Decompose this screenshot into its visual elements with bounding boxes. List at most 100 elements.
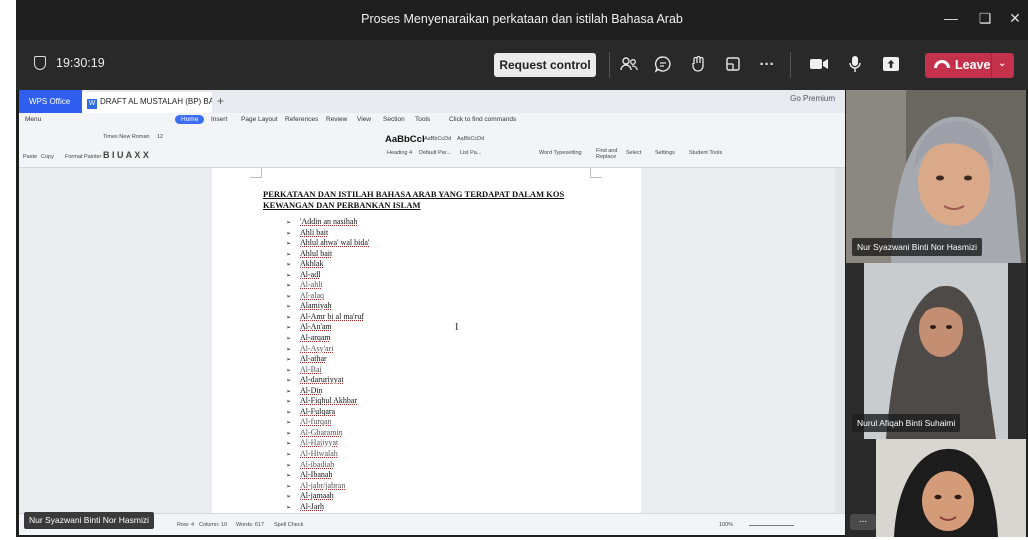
term-text: Al-ahli	[300, 280, 323, 290]
style-list[interactable]: AaBbCcDd	[457, 136, 484, 142]
term-text: Al-Amr bi al ma'ruf	[300, 311, 364, 321]
react-icon[interactable]	[688, 53, 710, 75]
document-tab[interactable]: WDRAFT AL MUSTALAH (BP) BARU	[82, 92, 212, 113]
microphone-icon[interactable]	[844, 53, 866, 75]
bullet-arrow-icon: ➢	[286, 452, 292, 459]
menu-item-tools[interactable]: Tools	[415, 116, 430, 123]
timer-text: 19:30:19	[56, 56, 105, 70]
select-button[interactable]: Select	[626, 150, 641, 156]
term-text: Al-jamaah	[300, 491, 334, 501]
copy-button[interactable]: Copy	[41, 154, 54, 160]
term-list-item: ➢ Al-Gharamin	[286, 428, 369, 439]
term-list-item: ➢ Al-Hajiyyat	[286, 438, 369, 449]
meeting-title: Proses Menyenaraikan perkataan dan istil…	[361, 12, 683, 26]
term-text: Al-jabr/jabran	[300, 480, 346, 490]
format-painter-button[interactable]: Format Painter	[65, 154, 101, 160]
participant-avatar-image	[846, 263, 1026, 439]
term-list-item: ➢ Akhlak	[286, 259, 369, 270]
menu-item-references[interactable]: References	[285, 116, 318, 123]
camera-icon[interactable]	[808, 53, 830, 75]
title-bar: Proses Menyenaraikan perkataan dan istil…	[16, 0, 1028, 40]
new-tab-icon[interactable]: +	[217, 94, 224, 108]
menu-item-insert[interactable]: Insert	[211, 116, 227, 123]
term-list-item: ➢ Al-An'am	[286, 322, 369, 333]
status-spell-check[interactable]: Spell Check	[274, 522, 303, 528]
more-actions-icon[interactable]: ···	[756, 53, 778, 75]
font-size-select[interactable]: 12	[157, 134, 163, 140]
term-text: Al-ibadiah	[300, 459, 335, 469]
document-canvas[interactable]: PERKATAAN DAN ISTILAH BAHASA ARAB YANG T…	[19, 168, 845, 521]
chat-icon[interactable]	[652, 53, 674, 75]
bold-italic-underline-tools[interactable]: B I U A X X	[103, 150, 149, 160]
term-text: Al-Hajiyyat	[300, 438, 339, 448]
menu-item-page-layout[interactable]: Page Layout	[241, 116, 278, 123]
menu-item-menu[interactable]: Menu	[25, 116, 41, 123]
paste-button[interactable]: Paste	[23, 154, 37, 160]
term-text: Al-arqam	[300, 333, 331, 343]
maximize-button[interactable]: ❏	[974, 10, 996, 30]
go-premium-badge[interactable]: Go Premium	[790, 94, 835, 103]
chevron-down-icon[interactable]: ⌄	[998, 58, 1006, 69]
vertical-scrollbar[interactable]	[835, 168, 845, 513]
zoom-level[interactable]: 100%	[719, 522, 733, 528]
term-list-item: ➢ Al-athar	[286, 354, 369, 365]
more-options-icon[interactable]: ...	[850, 514, 876, 530]
zoom-slider[interactable]	[749, 525, 794, 526]
menu-item-home[interactable]: Home	[175, 115, 205, 124]
term-text: Al-Jarh	[300, 501, 324, 511]
term-text: Alamiyah	[300, 301, 332, 311]
term-list-item: ➢ Al-ahli	[286, 280, 369, 291]
term-text: Al-athar	[300, 354, 327, 364]
leave-divider	[991, 53, 992, 78]
document-page[interactable]: PERKATAAN DAN ISTILAH BAHASA ARAB YANG T…	[212, 168, 641, 521]
term-text: 'Addin an nasihah	[300, 217, 358, 226]
phone-hangup-icon	[934, 60, 950, 68]
heading-line: PERKATAAN DAN ISTILAH BAHASA ARAB YANG T…	[263, 189, 565, 199]
wps-office-tab[interactable]: WPS Office	[19, 90, 82, 113]
leave-button[interactable]: Leave ⌄	[925, 53, 1014, 78]
term-text: Ahli bait	[300, 227, 329, 237]
bullet-arrow-icon: ➢	[286, 220, 292, 226]
menu-item-view[interactable]: View	[357, 116, 371, 123]
font-name-select[interactable]: Times New Roman	[103, 134, 150, 140]
request-control-button[interactable]: Request control	[494, 53, 596, 77]
menu-item-section[interactable]: Section	[383, 116, 405, 123]
wps-tab-bar: WPS Office WDRAFT AL MUSTALAH (BP) BARU …	[19, 90, 845, 113]
margin-marker	[590, 168, 602, 178]
menu-item-review[interactable]: Review	[326, 116, 347, 123]
meeting-toolbar: 19:30:19 Request control ··· Leave ⌄	[16, 40, 1028, 90]
term-list-item: ➢ Ahlul bait	[286, 249, 369, 260]
screenshot-frame: Proses Menyenaraikan perkataan dan istil…	[0, 0, 1028, 540]
student-tools-button[interactable]: Student Tools	[689, 150, 722, 156]
term-text: Al-adl	[300, 269, 321, 279]
toolbar-divider	[790, 52, 791, 78]
find-replace-button[interactable]: Find and Replace	[596, 148, 624, 160]
style-default[interactable]: AaBbCcDd	[424, 136, 451, 142]
style-name-heading4: Heading 4	[387, 150, 413, 156]
term-list-item: ➢ Al-jamaah	[286, 491, 369, 502]
term-text: Al-daruriyyat	[300, 375, 344, 385]
close-button[interactable]: ✕	[1004, 10, 1026, 30]
ribbon-toolbar: Paste Copy Format Painter Times New Roma…	[19, 128, 845, 168]
term-text: Ahlul bait	[300, 248, 333, 258]
settings-button[interactable]: Settings	[655, 150, 675, 156]
toolbar-divider	[609, 52, 610, 78]
share-screen-icon[interactable]	[880, 53, 902, 75]
ribbon-menu-bar: Menu Home Insert Page Layout References …	[19, 113, 845, 128]
participant-video[interactable]: Nurul Afiqah Binti Suhaimi	[846, 263, 1026, 439]
participant-video[interactable]: Nur Syazwani Binti Nor Hasmizi	[846, 90, 1026, 263]
word-typesetting-button[interactable]: Word Typesetting	[539, 150, 582, 156]
participants-icon[interactable]	[618, 53, 640, 75]
term-list-item: ➢ Al-Fulqara	[286, 407, 369, 418]
term-list-item: ➢ Al-Amr bi al ma'ruf	[286, 312, 369, 323]
term-list-item: ➢ Al-daruriyyat	[286, 375, 369, 386]
status-column: Column: 10	[199, 522, 228, 528]
command-search[interactable]: Click to find commands	[449, 116, 516, 123]
style-heading4[interactable]: AaBbCcI	[385, 134, 425, 145]
status-words[interactable]: Words: 617	[236, 522, 264, 528]
minimize-button[interactable]: —	[940, 10, 962, 30]
document-heading: PERKATAAN DAN ISTILAH BAHASA ARAB YANG T…	[263, 189, 623, 211]
term-text: Al-An'am	[300, 322, 332, 332]
breakout-rooms-icon[interactable]	[722, 53, 744, 75]
term-text: Al-Bai	[300, 364, 322, 374]
